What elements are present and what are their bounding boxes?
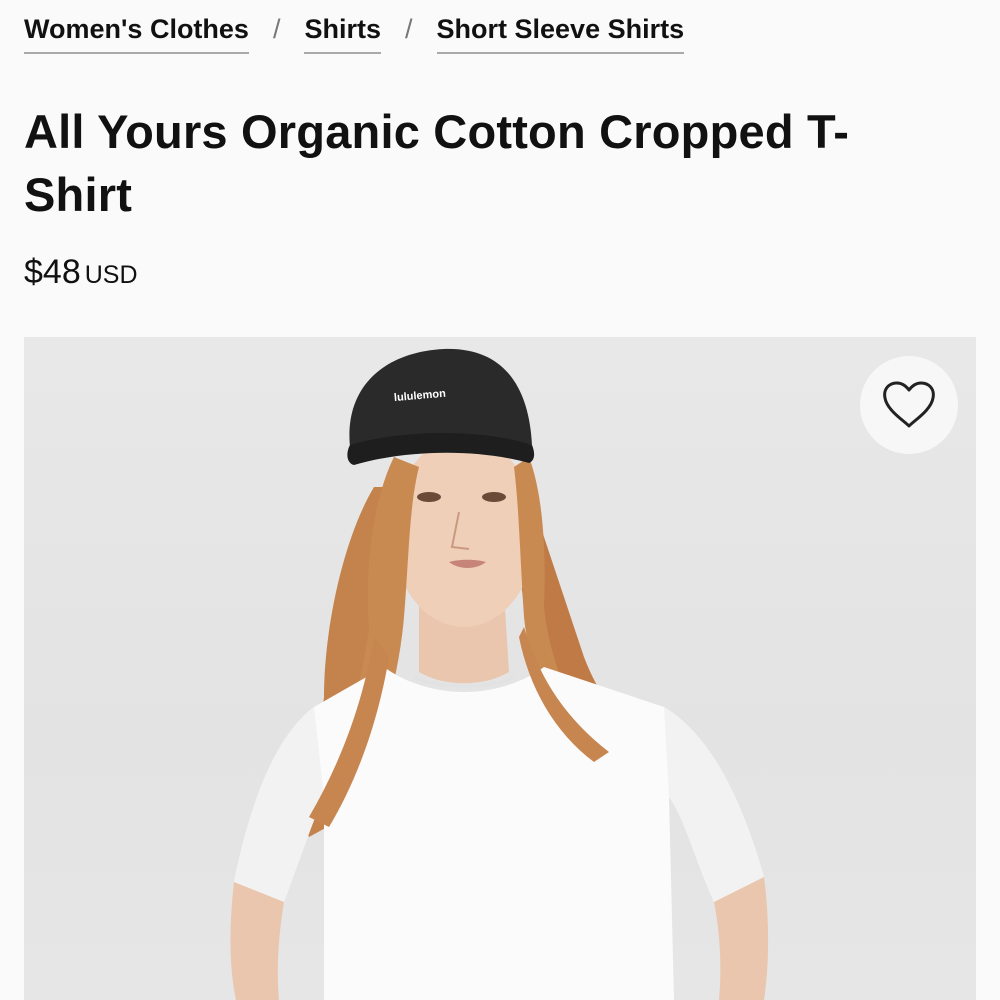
breadcrumb-separator: / [272,14,281,44]
breadcrumb-link-short-sleeve-shirts[interactable]: Short Sleeve Shirts [436,12,685,54]
product-price: $48 USD [24,252,138,295]
heart-outline-icon [883,381,935,428]
breadcrumb-link-womens-clothes[interactable]: Women's Clothes [24,12,249,54]
product-image[interactable]: lululemon [24,337,976,1000]
breadcrumb-link-shirts[interactable]: Shirts [304,12,381,54]
model-illustration: lululemon [230,348,769,1000]
breadcrumb: Women's Clothes / Shirts / Short Sleeve … [24,12,685,54]
product-title: All Yours Organic Cotton Cropped T-Shirt [24,105,850,221]
price-currency: USD [84,261,138,289]
price-amount: $48 [24,253,81,291]
breadcrumb-separator: / [405,14,413,44]
wishlist-button[interactable] [860,356,958,454]
